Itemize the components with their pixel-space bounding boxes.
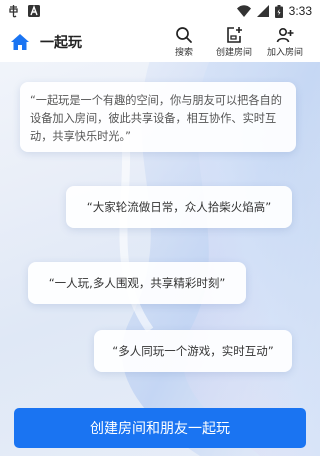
create-room-button[interactable]: 创建房间 <box>210 26 258 58</box>
app-header: 一起玩 搜索 创建房间 加入房间 <box>0 22 320 62</box>
create-room-play-label: 创建房间和朋友一起玩 <box>90 421 230 437</box>
status-left <box>8 4 40 18</box>
search-icon <box>176 27 192 43</box>
create-room-label: 创建房间 <box>215 48 252 58</box>
status-time: 3:33 <box>288 4 312 18</box>
status-right: 3:33 <box>236 4 312 18</box>
quote-text: “一人玩,多人围观，共享精彩时刻” <box>48 276 226 290</box>
screen: 3:33 一起玩 搜索 创建房间 加入房间 “一起玩是一个有趣的空间，你与朋友可… <box>0 0 320 456</box>
join-room-label: 加入房间 <box>266 48 303 58</box>
search-label: 搜索 <box>174 48 193 58</box>
intro-card: “一起玩是一个有趣的空间，你与朋友可以把各自的设备加入房间，彼此共享设备，相互协… <box>20 82 296 152</box>
home-icon[interactable] <box>10 32 30 52</box>
battery-icon <box>274 4 283 18</box>
quote-text: “多人同玩一个游戏，实时互动” <box>112 344 274 358</box>
intro-text: “一起玩是一个有趣的空间，你与朋友可以把各自的设备加入房间，彼此共享设备，相互协… <box>30 94 282 143</box>
page-title: 一起玩 <box>40 35 82 51</box>
quote-card: “大家轮流做日常，众人拾柴火焰高” <box>66 186 292 228</box>
quote-card: “一人玩,多人围观，共享精彩时刻” <box>28 262 246 304</box>
create-room-play-button[interactable]: 创建房间和朋友一起玩 <box>14 408 306 448</box>
signal-icon <box>256 5 269 17</box>
join-room-icon <box>276 27 294 43</box>
join-room-button[interactable]: 加入房间 <box>260 26 310 58</box>
status-bar: 3:33 <box>0 0 320 22</box>
quote-card: “多人同玩一个游戏，实时互动” <box>94 330 292 372</box>
wifi-icon <box>236 5 251 17</box>
search-button[interactable]: 搜索 <box>160 26 208 58</box>
text-notification-icon <box>28 5 40 17</box>
quote-text: “大家轮流做日常，众人拾柴火焰高” <box>86 200 272 214</box>
create-room-icon <box>227 27 242 43</box>
app-notification-icon <box>9 5 18 18</box>
background-decoration <box>116 60 320 456</box>
header-actions: 搜索 创建房间 加入房间 <box>160 26 310 58</box>
